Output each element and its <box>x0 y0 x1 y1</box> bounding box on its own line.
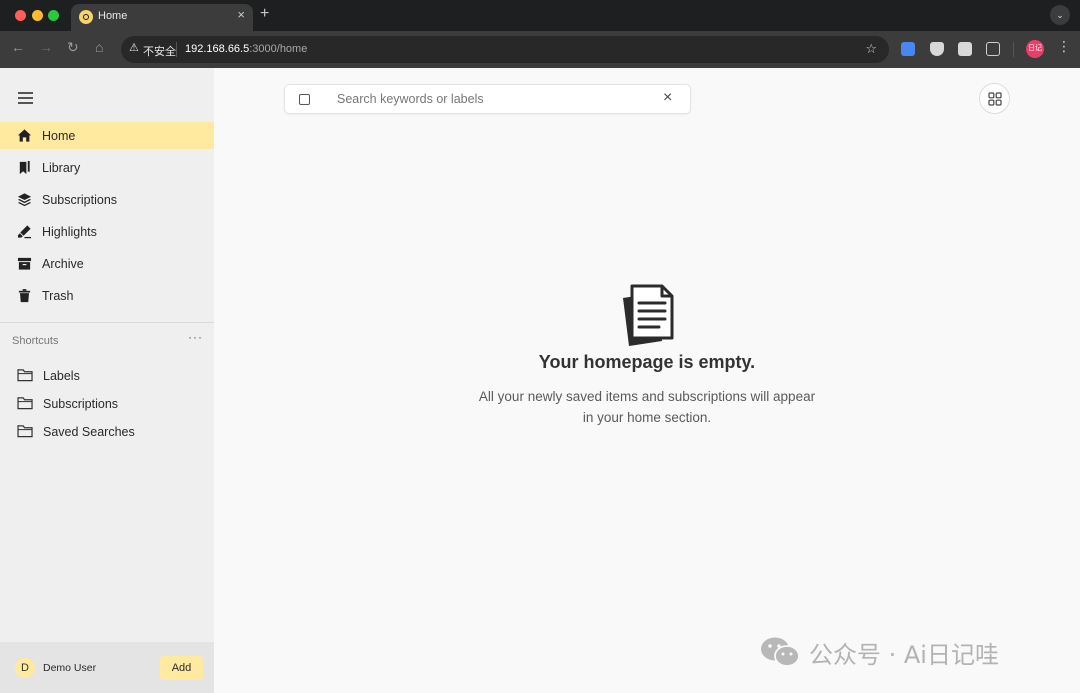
shortcut-item-subscriptions[interactable]: Subscriptions <box>0 391 214 415</box>
translate-extension-icon[interactable] <box>901 42 915 56</box>
reload-button[interactable]: ↻ <box>67 39 79 56</box>
reader-extension-icon[interactable] <box>958 42 972 56</box>
shield-extension-icon[interactable] <box>930 42 944 56</box>
folder-icon <box>17 397 33 410</box>
forward-button[interactable]: → <box>39 39 53 55</box>
browser-tab-bar: Home × + ⌄ <box>0 0 1080 31</box>
empty-state-title: Your homepage is empty. <box>538 352 756 372</box>
browser-toolbar: ← → ↻ ⌂ ⚠ 不安全 192.168.66.5:3000/home ☆ 日… <box>0 31 1080 68</box>
highlighter-icon <box>17 225 32 239</box>
omnibox-divider <box>176 42 177 57</box>
menu-hamburger-icon[interactable] <box>18 92 33 104</box>
empty-documents-icon <box>623 284 674 346</box>
url-text[interactable]: 192.168.66.5:3000/home <box>185 43 307 55</box>
sidebar-item-label: Trash <box>42 289 74 303</box>
empty-state-line-2: in your home section. <box>582 410 712 425</box>
window-close-button[interactable] <box>15 10 26 21</box>
omnivore-favicon-icon <box>79 10 93 24</box>
url-path: :3000/home <box>249 43 308 55</box>
folder-icon <box>17 369 33 382</box>
bookmarks-icon <box>19 160 30 175</box>
sidebar-item-label: Archive <box>42 257 84 271</box>
shortcuts-more-button[interactable]: ··· <box>188 330 203 344</box>
sidebar-item-library[interactable]: Library <box>0 154 214 181</box>
add-button[interactable]: Add <box>160 656 203 680</box>
shortcut-item-saved-searches[interactable]: Saved Searches <box>0 419 214 443</box>
search-bar: × <box>284 84 691 114</box>
stack-icon <box>17 193 32 207</box>
empty-state-description: All your newly saved items and subscript… <box>462 386 832 428</box>
app-root: Home Library Subscriptions Highlights Ar… <box>0 68 1080 693</box>
extensions-puzzle-icon[interactable] <box>986 42 1000 56</box>
watermark-text: 公众号 · Ai日记哇 <box>809 641 999 669</box>
select-all-checkbox[interactable] <box>299 94 310 105</box>
sidebar-item-label: Highlights <box>42 225 97 239</box>
new-tab-button[interactable]: + <box>260 5 269 23</box>
user-bar: D Demo User Add <box>0 642 214 693</box>
clear-search-icon[interactable]: × <box>663 89 672 107</box>
shortcuts-heading: Shortcuts <box>12 335 59 347</box>
sidebar-item-home[interactable]: Home <box>0 122 214 149</box>
search-input[interactable] <box>337 92 637 106</box>
tab-search-button[interactable]: ⌄ <box>1050 5 1070 25</box>
warning-icon: ⚠ <box>129 42 139 54</box>
window-zoom-button[interactable] <box>48 10 59 21</box>
wechat-icon <box>761 637 800 667</box>
shortcut-item-label: Labels <box>43 369 80 383</box>
sidebar-item-label: Home <box>42 129 76 143</box>
sidebar-item-archive[interactable]: Archive <box>0 250 214 277</box>
sidebar-item-trash[interactable]: Trash <box>0 282 214 309</box>
home-icon <box>17 129 32 142</box>
bookmark-star-icon[interactable]: ☆ <box>865 41 877 57</box>
back-button[interactable]: ← <box>11 39 25 55</box>
browser-tab-home[interactable]: Home × <box>71 4 253 31</box>
security-status[interactable]: 不安全 <box>143 43 176 59</box>
home-button[interactable]: ⌂ <box>95 39 103 55</box>
shortcut-item-label: Saved Searches <box>43 425 135 439</box>
profile-avatar[interactable]: 日记 <box>1026 40 1044 58</box>
layout-toggle-button[interactable] <box>979 83 1010 114</box>
shortcut-item-labels[interactable]: Labels <box>0 363 214 387</box>
browser-menu-icon[interactable]: ⋮ <box>1057 38 1071 55</box>
sidebar-item-label: Library <box>42 161 81 175</box>
tab-title: Home <box>98 10 128 22</box>
avatar[interactable]: D <box>15 658 35 678</box>
shortcut-item-label: Subscriptions <box>43 397 119 411</box>
address-bar[interactable]: ⚠ 不安全 192.168.66.5:3000/home ☆ <box>121 36 889 63</box>
toolbar-divider <box>1013 42 1014 57</box>
trash-icon <box>18 289 31 303</box>
url-host: 192.168.66.5 <box>185 43 250 55</box>
sidebar-item-highlights[interactable]: Highlights <box>0 218 214 245</box>
sidebar-item-label: Subscriptions <box>42 193 118 207</box>
sidebar: Home Library Subscriptions Highlights Ar… <box>0 68 214 693</box>
folder-icon <box>17 425 33 438</box>
user-name[interactable]: Demo User <box>43 662 96 674</box>
archive-box-icon <box>17 257 32 270</box>
window-minimize-button[interactable] <box>32 10 43 21</box>
sidebar-divider <box>0 322 214 323</box>
grid-icon <box>988 92 1002 106</box>
sidebar-item-subscriptions[interactable]: Subscriptions <box>0 186 214 213</box>
empty-state-line-1: All your newly saved items and subscript… <box>478 389 816 404</box>
tab-close-icon[interactable]: × <box>237 7 245 22</box>
